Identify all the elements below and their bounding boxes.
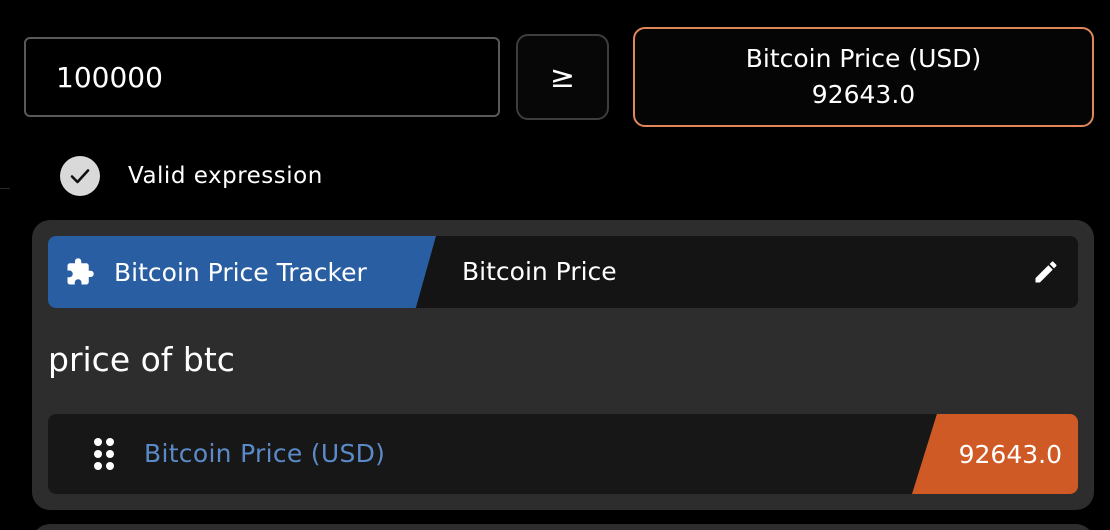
block-header: Bitcoin Price Tracker Bitcoin Price (48, 236, 1078, 308)
output-row[interactable]: Bitcoin Price (USD) 92643.0 (48, 414, 1078, 494)
result-display: Bitcoin Price (USD) 92643.0 (633, 27, 1094, 127)
validation-text: Valid expression (128, 163, 323, 189)
block-description: price of btc (48, 340, 235, 379)
page: ≥ Bitcoin Price (USD) 92643.0 Valid expr… (0, 0, 1110, 530)
plugin-tag[interactable]: Bitcoin Price Tracker (48, 236, 436, 308)
value-input[interactable] (24, 37, 500, 117)
puzzle-icon (64, 256, 96, 288)
plugin-name: Bitcoin Price Tracker (114, 257, 367, 287)
block-title: Bitcoin Price (462, 257, 617, 286)
result-value: 92643.0 (811, 80, 916, 109)
result-label: Bitcoin Price (USD) (745, 44, 982, 73)
block-card: Bitcoin Price Tracker Bitcoin Price pric… (32, 220, 1094, 510)
divider (0, 188, 10, 189)
validation-status: Valid expression (60, 156, 323, 196)
drag-handle-icon[interactable] (92, 436, 116, 472)
output-label: Bitcoin Price (USD) (144, 439, 386, 468)
output-value: 92643.0 (912, 414, 1078, 494)
check-icon (60, 156, 100, 196)
pencil-icon[interactable] (1030, 256, 1062, 288)
next-block-card (32, 524, 1094, 530)
operator-button[interactable]: ≥ (516, 34, 609, 120)
